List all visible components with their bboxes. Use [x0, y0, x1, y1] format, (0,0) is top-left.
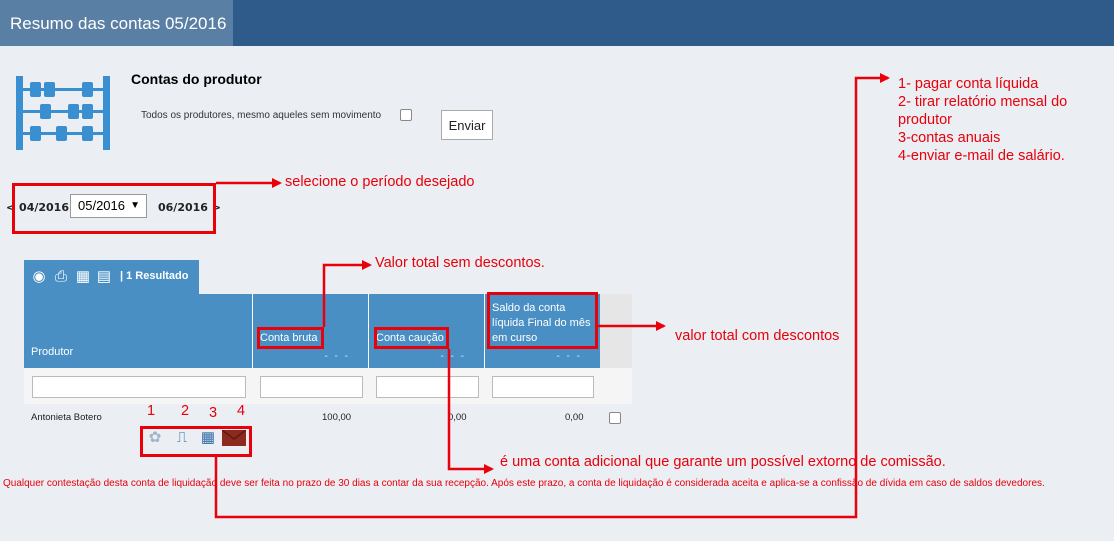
- net-annotation: valor total com descontos: [675, 328, 840, 344]
- actions-annotation-item-3: 3-contas anuais: [898, 130, 1001, 146]
- actions-annotation-item-2: 2- tirar relatório mensal do produtor: [898, 94, 1068, 128]
- caucao-annotation: é uma conta adicional que garante um pos…: [500, 454, 946, 470]
- gross-annotation: Valor total sem descontos.: [375, 255, 545, 271]
- actions-annotation-item-4: 4-enviar e-mail de salário.: [898, 148, 1065, 164]
- period-annotation: selecione o período desejado: [285, 174, 475, 190]
- actions-annotation-list: 1- pagar conta líquida 2- tirar relatóri…: [898, 75, 1104, 165]
- actions-annotation-item-1: 1- pagar conta líquida: [898, 76, 1039, 92]
- footer-note: Qualquer contestação desta conta de liqu…: [3, 478, 1045, 489]
